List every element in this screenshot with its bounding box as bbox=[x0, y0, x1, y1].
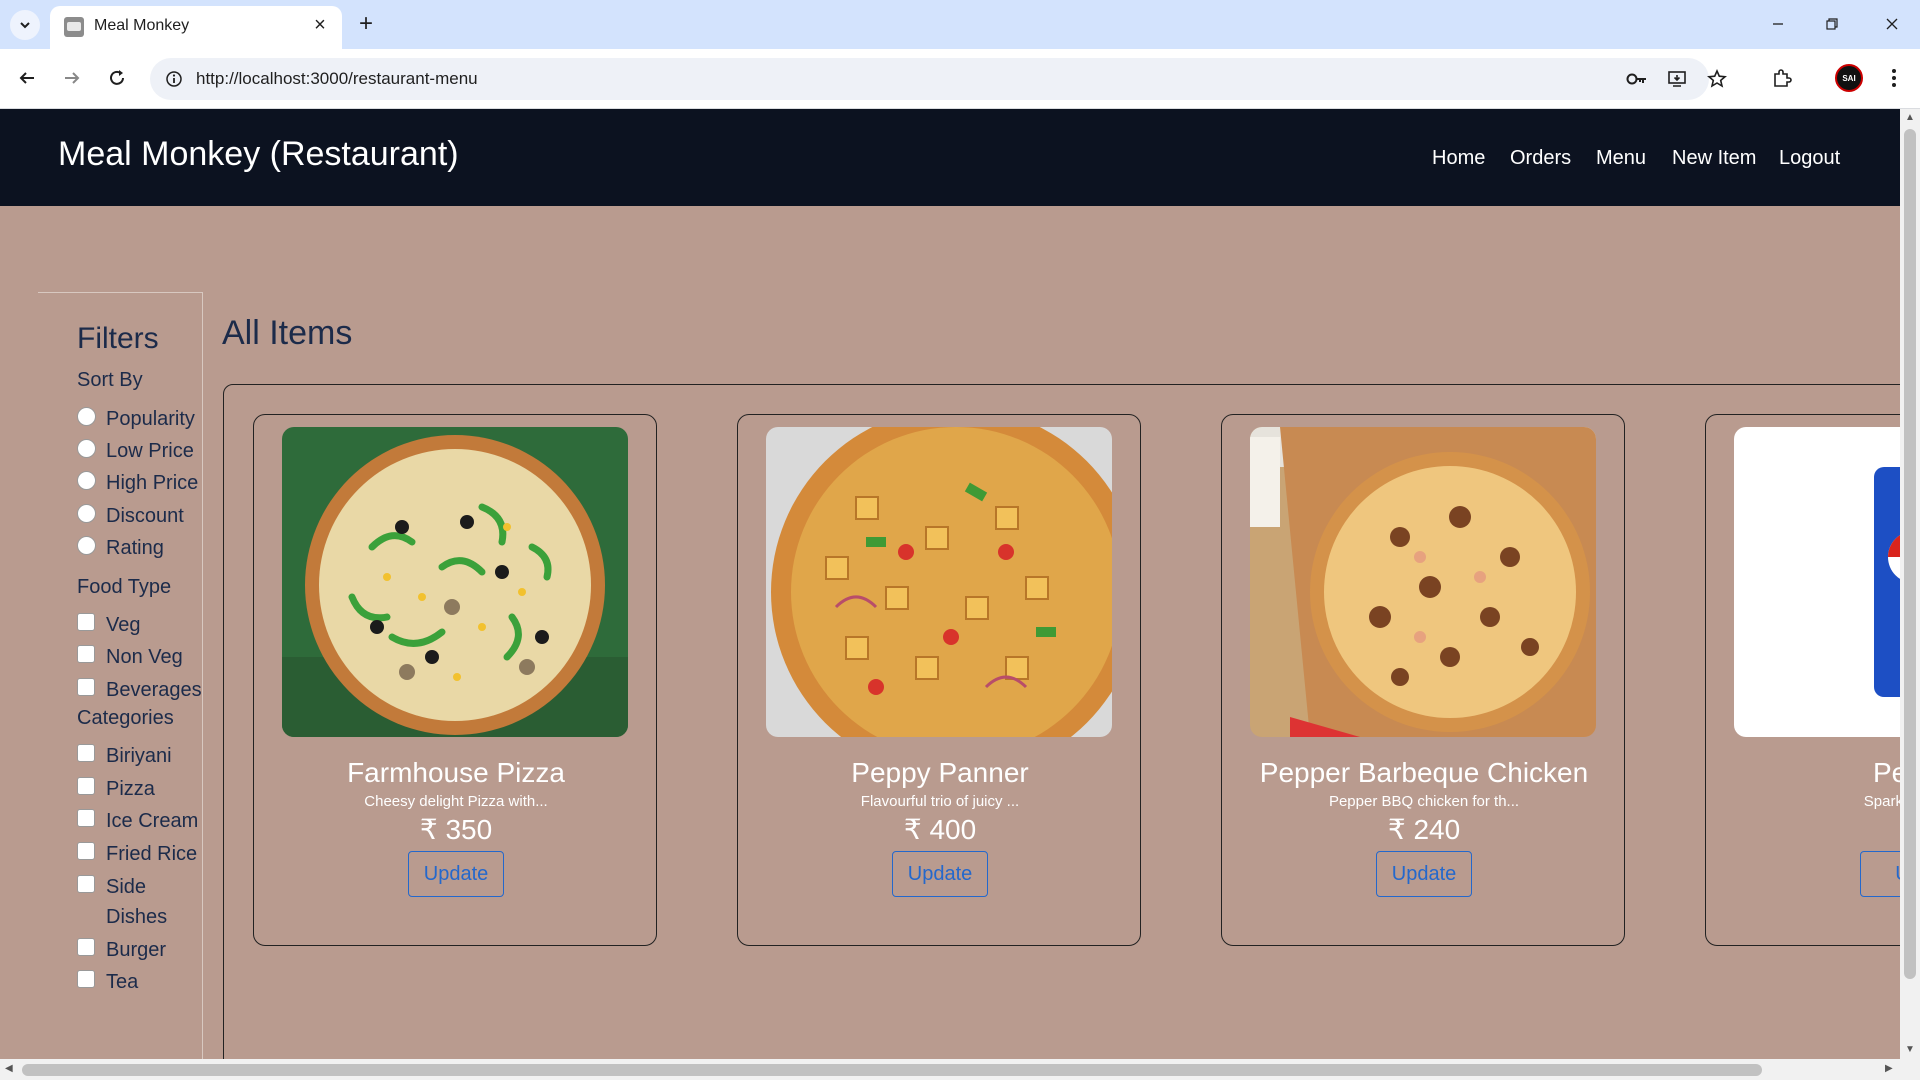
item-price: ₹ 350 bbox=[419, 814, 493, 845]
close-window-icon[interactable] bbox=[1870, 8, 1914, 40]
checkbox[interactable] bbox=[77, 875, 95, 893]
item-description: Pepper BBQ chicken for th... bbox=[1328, 793, 1520, 810]
tab-search-button[interactable] bbox=[10, 10, 40, 40]
new-tab-button[interactable]: + bbox=[352, 10, 380, 38]
sort-by-label: Sort By bbox=[77, 369, 143, 391]
menu-item-card: Pepsi Sparking and ₹ Up bbox=[1705, 414, 1900, 946]
url-text[interactable]: http://localhost:3000/restaurant-menu bbox=[196, 69, 478, 89]
address-bar[interactable]: http://localhost:3000/restaurant-menu bbox=[150, 58, 1727, 100]
categories-label: Categories bbox=[77, 707, 174, 729]
checkbox[interactable] bbox=[77, 809, 95, 827]
pepper-barbeque-chicken-image bbox=[1250, 427, 1596, 737]
item-name: Pepsi bbox=[1872, 757, 1900, 788]
menu-item-card: Farmhouse Pizza Cheesy delight Pizza wit… bbox=[253, 414, 657, 946]
checkbox[interactable] bbox=[77, 938, 95, 956]
install-app-icon[interactable] bbox=[1663, 65, 1691, 93]
item-name: Peppy Panner bbox=[851, 757, 1029, 788]
nav-new-item[interactable]: New Item bbox=[1672, 147, 1756, 170]
checkbox[interactable] bbox=[77, 645, 95, 663]
checkbox[interactable] bbox=[77, 613, 95, 631]
item-description: Cheesy delight Pizza with... bbox=[364, 793, 548, 810]
farmhouse-pizza-image bbox=[282, 427, 628, 737]
horizontal-scroll-thumb[interactable] bbox=[22, 1064, 1762, 1076]
back-arrow-icon[interactable] bbox=[11, 62, 43, 94]
items-grid: Farmhouse Pizza Cheesy delight Pizza wit… bbox=[223, 384, 1900, 1059]
peppy-panner-image bbox=[766, 427, 1112, 737]
scroll-right-arrow-icon[interactable]: ▶ bbox=[1885, 1063, 1893, 1074]
vertical-scroll-thumb[interactable] bbox=[1904, 129, 1916, 979]
browser-tab[interactable]: Meal Monkey × bbox=[50, 6, 342, 49]
page-title: All Items bbox=[222, 314, 353, 352]
site-header: Meal Monkey (Restaurant) Home Orders Men… bbox=[0, 109, 1900, 206]
checkbox[interactable] bbox=[77, 777, 95, 795]
brand-title[interactable]: Meal Monkey (Restaurant) bbox=[58, 135, 459, 174]
checkbox[interactable] bbox=[77, 678, 95, 696]
checkbox[interactable] bbox=[77, 970, 95, 988]
checkbox[interactable] bbox=[77, 744, 95, 762]
radio-button[interactable] bbox=[77, 504, 96, 523]
item-price: ₹ bbox=[1706, 813, 1900, 846]
browser-tab-bar: Meal Monkey × + bbox=[0, 0, 1920, 49]
radio-button[interactable] bbox=[77, 536, 96, 555]
tab-title: Meal Monkey bbox=[94, 17, 190, 34]
food-type-label: Food Type bbox=[77, 576, 172, 598]
menu-item-card: Pepper Barbeque Chicken Pepper BBQ chick… bbox=[1221, 414, 1625, 946]
vertical-scrollbar[interactable]: ▲ ▼ bbox=[1900, 109, 1920, 1059]
scroll-down-arrow-icon[interactable]: ▼ bbox=[1905, 1044, 1915, 1055]
site-info-icon[interactable] bbox=[160, 65, 188, 93]
update-button[interactable]: Update bbox=[408, 851, 504, 897]
menu-item-card: Peppy Panner Flavourful trio of juicy ..… bbox=[737, 414, 1141, 946]
browser-toolbar: http://localhost:3000/restaurant-menu SA… bbox=[0, 49, 1920, 109]
scroll-left-arrow-icon[interactable]: ◀ bbox=[5, 1063, 13, 1074]
page-content: Meal Monkey (Restaurant) Home Orders Men… bbox=[0, 109, 1900, 1059]
nav-menu[interactable]: Menu bbox=[1596, 147, 1646, 170]
radio-button[interactable] bbox=[77, 439, 96, 458]
profile-avatar[interactable]: SAI bbox=[1835, 64, 1863, 92]
update-button[interactable]: Update bbox=[1376, 851, 1472, 897]
horizontal-scrollbar[interactable]: ◀ ▶ bbox=[0, 1059, 1920, 1080]
checkbox[interactable] bbox=[77, 842, 95, 860]
bookmark-star-icon[interactable] bbox=[1703, 65, 1731, 93]
minimize-icon[interactable] bbox=[1756, 8, 1800, 40]
pepsi-image bbox=[1734, 427, 1900, 737]
nav-home[interactable]: Home bbox=[1432, 147, 1485, 170]
nav-logout[interactable]: Logout bbox=[1779, 147, 1840, 170]
filters-title: Filters bbox=[77, 322, 159, 355]
nav-orders[interactable]: Orders bbox=[1510, 147, 1571, 170]
item-description: Sparking and bbox=[1863, 793, 1900, 810]
item-description: Flavourful trio of juicy ... bbox=[860, 793, 1020, 810]
update-button[interactable]: Up bbox=[1860, 851, 1900, 897]
radio-button[interactable] bbox=[77, 471, 96, 490]
favicon-icon bbox=[64, 17, 84, 37]
restore-icon[interactable] bbox=[1810, 8, 1854, 40]
item-price: ₹ 240 bbox=[1387, 814, 1461, 845]
item-name: Pepper Barbeque Chicken bbox=[1259, 757, 1589, 788]
radio-button[interactable] bbox=[77, 407, 96, 426]
forward-arrow-icon[interactable] bbox=[56, 62, 88, 94]
extensions-puzzle-icon[interactable] bbox=[1766, 62, 1798, 94]
item-price: ₹ 400 bbox=[903, 814, 977, 845]
reload-icon[interactable] bbox=[101, 62, 133, 94]
filters-sidebar: Filters Sort By Popularity Low Price Hig… bbox=[38, 292, 203, 1059]
item-name: Farmhouse Pizza bbox=[347, 757, 565, 788]
scroll-up-arrow-icon[interactable]: ▲ bbox=[1905, 112, 1915, 123]
close-tab-icon[interactable]: × bbox=[308, 13, 332, 37]
password-key-icon[interactable] bbox=[1623, 65, 1651, 93]
chevron-down-icon bbox=[20, 22, 30, 29]
kebab-menu-icon[interactable] bbox=[1878, 62, 1910, 94]
update-button[interactable]: Update bbox=[892, 851, 988, 897]
